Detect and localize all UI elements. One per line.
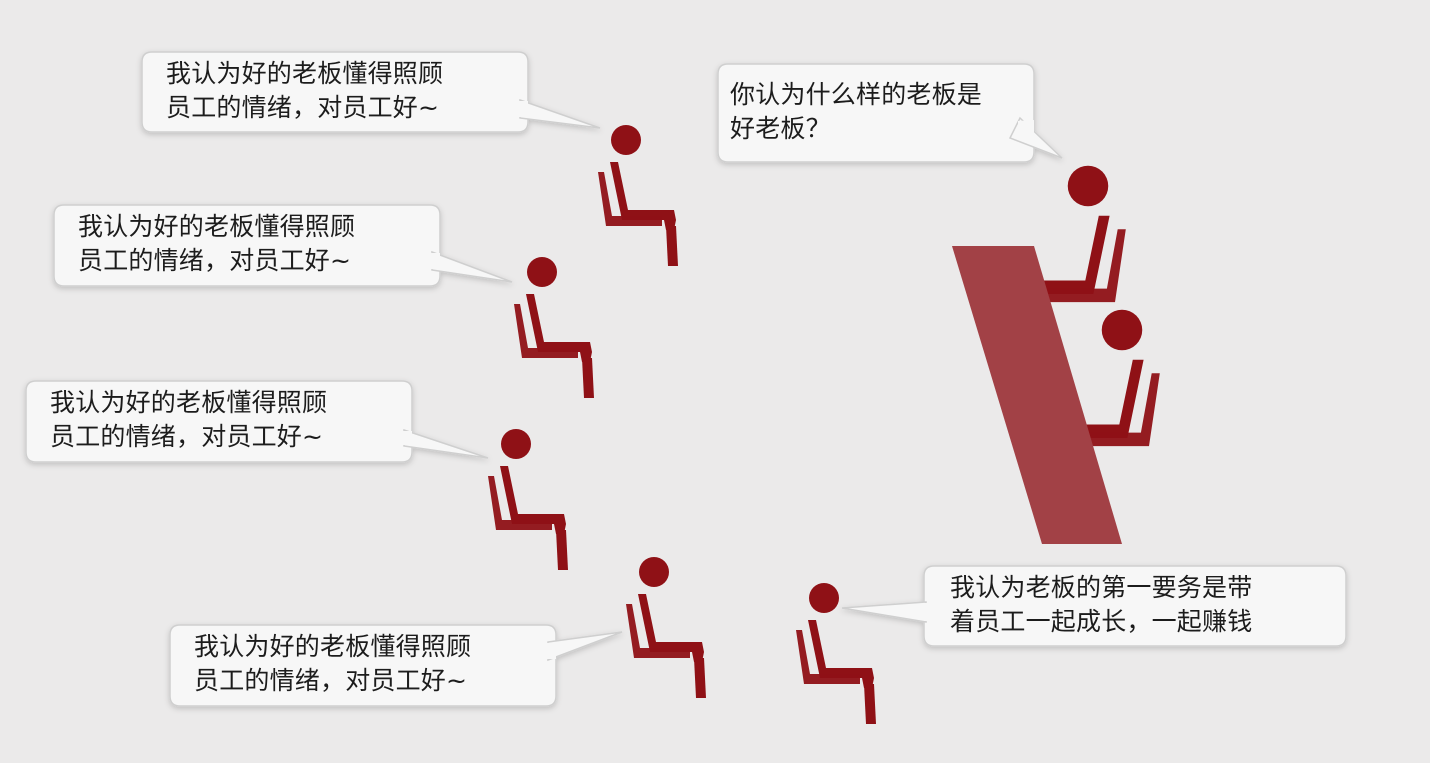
staff-3-line-1: 我认为好的老板懂得照顾 [50, 388, 328, 417]
seated-person-icon [598, 125, 678, 266]
meeting-scene: 你认为什么样的老板是 好老板？ 我认为好的老板懂得照顾 员工的情绪，对员工好~ … [0, 0, 1430, 763]
boss-question-line-1: 你认为什么样的老板是 [730, 80, 983, 109]
seated-person-icon [514, 257, 594, 398]
seated-person-icon [626, 557, 706, 698]
seated-person-icon [796, 583, 876, 724]
staff-4-line-2: 员工的情绪，对员工好~ [194, 666, 468, 695]
staff-2-line-2: 员工的情绪，对员工好~ [78, 246, 352, 275]
staff-4-text: 我认为好的老板懂得照顾 员工的情绪，对员工好~ [194, 630, 471, 698]
staff-1-line-2: 员工的情绪，对员工好~ [166, 93, 440, 122]
staff-1-line-1: 我认为好的老板懂得照顾 [166, 59, 444, 88]
seated-person-icon [488, 429, 568, 570]
staff-2-line-1: 我认为好的老板懂得照顾 [78, 212, 356, 241]
staff-4-line-1: 我认为好的老板懂得照顾 [194, 632, 472, 661]
staff-2-text: 我认为好的老板懂得照顾 员工的情绪，对员工好~ [78, 210, 355, 278]
staff-5-line-1: 我认为老板的第一要务是带 [950, 573, 1253, 602]
boss-question-line-2: 好老板？ [730, 114, 831, 143]
staff-5-line-2: 着员工一起成长，一起赚钱 [950, 607, 1253, 636]
staff-1-text: 我认为好的老板懂得照顾 员工的情绪，对员工好~ [166, 57, 443, 125]
staff-3-line-2: 员工的情绪，对员工好~ [50, 422, 324, 451]
staff-5-text: 我认为老板的第一要务是带 着员工一起成长，一起赚钱 [950, 571, 1252, 639]
boss-question-text: 你认为什么样的老板是 好老板？ [730, 78, 982, 146]
staff-3-text: 我认为好的老板懂得照顾 员工的情绪，对员工好~ [50, 386, 327, 454]
